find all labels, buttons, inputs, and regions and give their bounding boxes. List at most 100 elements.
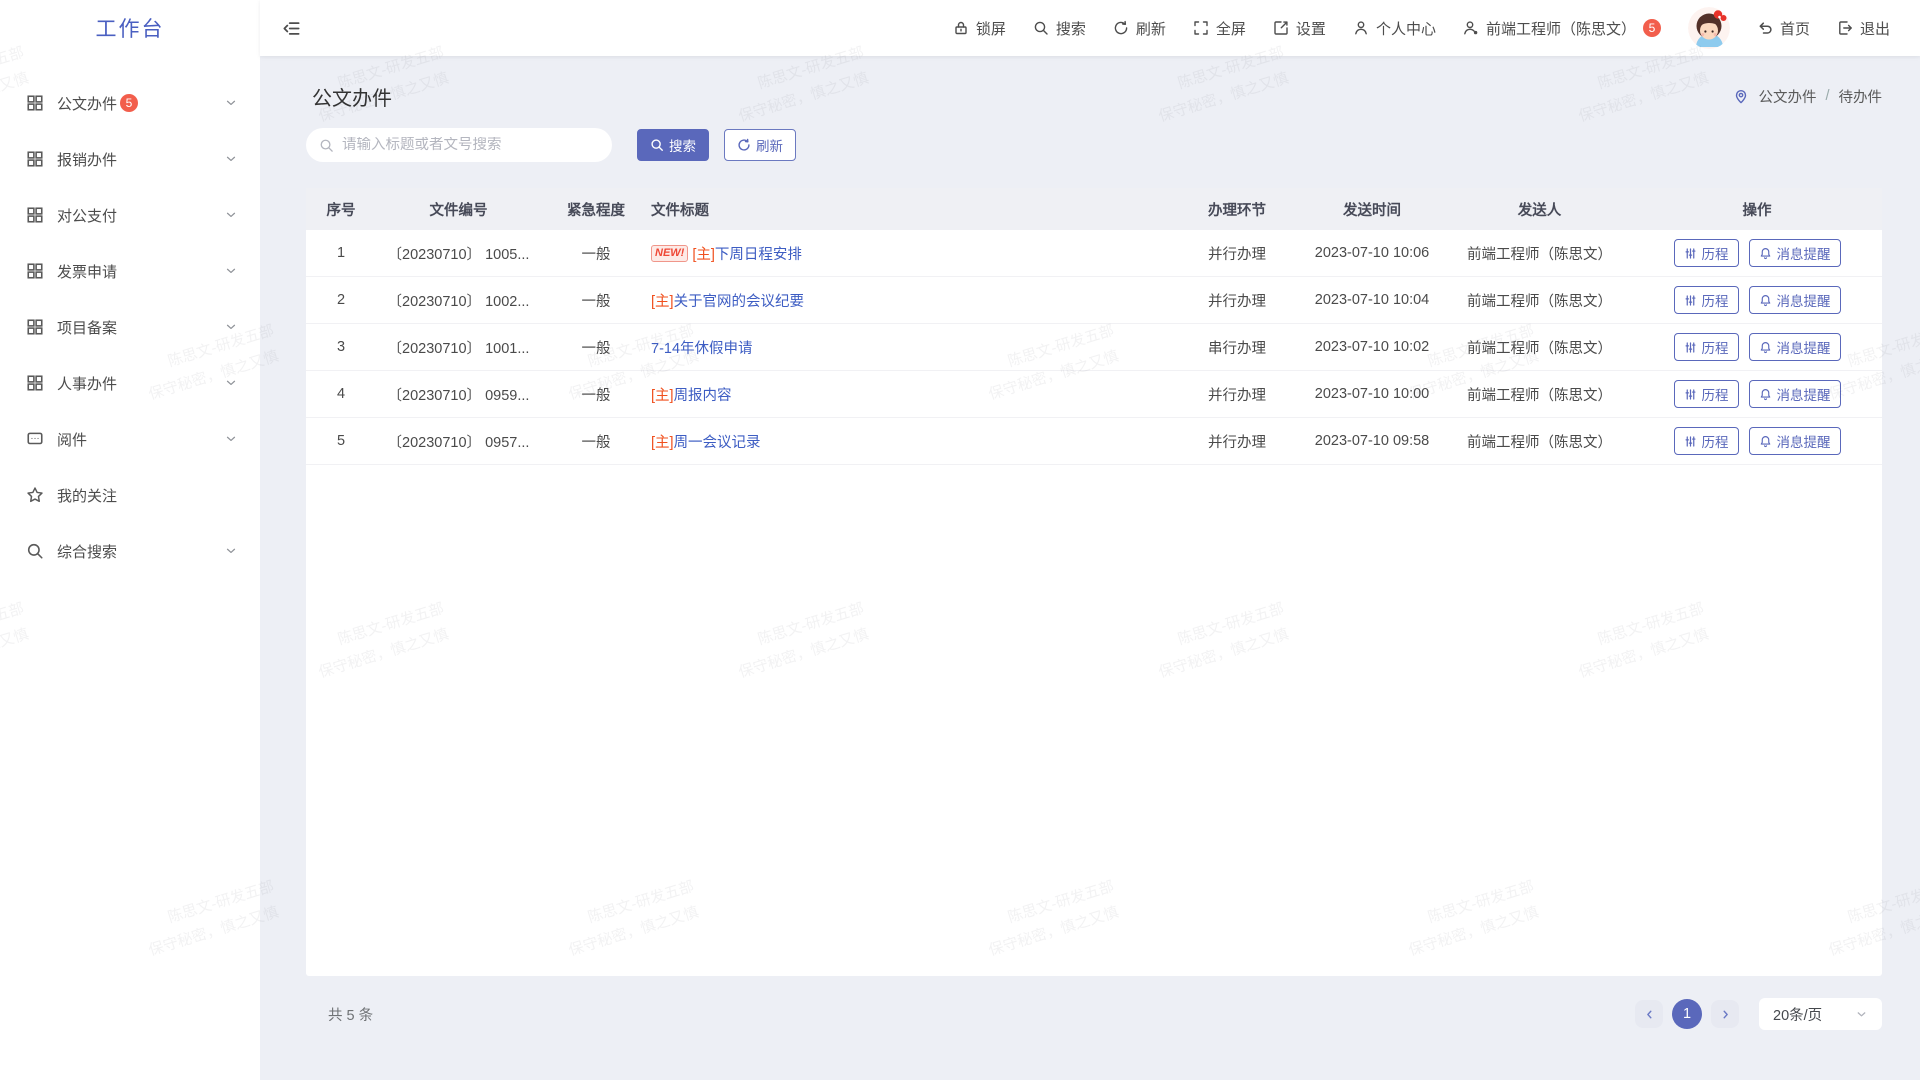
sidebar-item-label: 阅件 [57,429,87,450]
table-row: 4 〔20230710〕 0959... 一般 [主] 周报内容 并行办理 20… [306,371,1882,418]
bell-icon [1759,388,1772,401]
map-pin-icon [1733,88,1749,104]
sidebar-item-global-search[interactable]: 综合搜索 [0,523,260,579]
edit-square-icon [1273,20,1289,36]
fullscreen-button[interactable]: 全屏 [1193,18,1246,39]
refresh-button[interactable]: 刷新 [724,129,796,161]
document-link[interactable]: 下周日程安排 [715,243,802,264]
sidebar-item-label: 我的关注 [57,485,117,506]
sidebar-item-label: 发票申请 [57,261,117,282]
document-link[interactable]: 周一会议记录 [674,431,761,452]
sliders-icon [1684,341,1697,354]
history-button[interactable]: 历程 [1674,239,1739,267]
column-header: 序号 [306,199,376,220]
person-badge-icon [1463,20,1479,36]
chevron-down-icon [224,264,238,278]
sidebar-item-official-docs[interactable]: 公文办件 5 [0,75,260,131]
logout-icon [1837,20,1853,36]
chevron-down-icon [224,320,238,334]
header-actions: 锁屏 搜索 刷新 全屏 设置 个人中心 前端工程师（陈思文） 5 [953,7,1890,49]
chevron-down-icon [224,152,238,166]
main-content: 公文办件 公文办件 / 待办件 搜索 刷新 序号 文件编号 紧急程度 文件标题 … [260,0,1920,1080]
grid-icon [26,262,44,280]
notify-button[interactable]: 消息提醒 [1749,427,1841,455]
sidebar-item-label: 综合搜索 [57,541,117,562]
home-button[interactable]: 首页 [1757,18,1810,39]
notify-button[interactable]: 消息提醒 [1749,239,1841,267]
document-link[interactable]: 周报内容 [674,384,732,405]
grid-icon [26,318,44,336]
header-refresh-button[interactable]: 刷新 [1113,18,1166,39]
pagination: 共 5 条 1 20条/页 [306,976,1882,1040]
sidebar-item-invoice-request[interactable]: 发票申请 [0,243,260,299]
sidebar-item-reimbursement[interactable]: 报销办件 [0,131,260,187]
grid-icon [26,206,44,224]
history-button[interactable]: 历程 [1674,380,1739,408]
new-badge: NEW! [651,245,688,262]
document-table: 序号 文件编号 紧急程度 文件标题 办理环节 发送时间 发送人 操作 1 〔20… [306,188,1882,976]
logout-button[interactable]: 退出 [1837,18,1890,39]
table-row: 1 〔20230710〕 1005... 一般 NEW! [主] 下周日程安排 … [306,230,1882,277]
table-row: 2 〔20230710〕 1002... 一般 [主] 关于官网的会议纪要 并行… [306,277,1882,324]
refresh-icon [737,138,751,152]
sidebar-item-project-filing[interactable]: 项目备案 [0,299,260,355]
sidebar-item-hr[interactable]: 人事办件 [0,355,260,411]
sliders-icon [1684,388,1697,401]
search-button[interactable]: 搜索 [637,129,709,161]
breadcrumb-root[interactable]: 公文办件 [1758,86,1816,107]
history-button[interactable]: 历程 [1674,333,1739,361]
sidebar-item-corporate-payment[interactable]: 对公支付 [0,187,260,243]
document-link[interactable]: 关于官网的会议纪要 [674,290,805,311]
main-doc-tag: [主] [692,243,715,264]
history-button[interactable]: 历程 [1674,427,1739,455]
chevron-down-icon [224,376,238,390]
main-doc-tag: [主] [651,384,674,405]
user-menu[interactable]: 前端工程师（陈思文） 5 [1463,18,1661,39]
sliders-icon [1684,247,1697,260]
page-number[interactable]: 1 [1672,999,1702,1029]
history-button[interactable]: 历程 [1674,286,1739,314]
chevron-down-icon [1855,1008,1868,1021]
person-icon [1353,20,1369,36]
breadcrumb: 公文办件 / 待办件 [1733,86,1882,107]
chevron-down-icon [224,96,238,110]
prev-page-button[interactable] [1635,1000,1663,1028]
sidebar-item-reading[interactable]: 阅件 [0,411,260,467]
avatar[interactable] [1688,7,1730,49]
settings-button[interactable]: 设置 [1273,18,1326,39]
fullscreen-icon [1193,20,1209,36]
bell-icon [1759,294,1772,307]
profile-center-button[interactable]: 个人中心 [1353,18,1436,39]
next-page-button[interactable] [1711,1000,1739,1028]
chevron-down-icon [224,432,238,446]
total-count: 共 5 条 [328,1004,373,1025]
refresh-icon [1113,20,1129,36]
search-icon [319,138,334,153]
header-search-button[interactable]: 搜索 [1033,18,1086,39]
notify-button[interactable]: 消息提醒 [1749,380,1841,408]
sidebar-item-favorites[interactable]: 我的关注 [0,467,260,523]
notify-button[interactable]: 消息提醒 [1749,286,1841,314]
document-link[interactable]: 7-14年休假申请 [651,337,753,358]
page-size-select[interactable]: 20条/页 [1759,998,1882,1030]
chevron-down-icon [224,208,238,222]
top-bar: 锁屏 搜索 刷新 全屏 设置 个人中心 前端工程师（陈思文） 5 [260,0,1920,56]
sliders-icon [1684,294,1697,307]
app-title: 工作台 [0,0,260,56]
sidebar-item-label: 人事办件 [57,373,117,394]
table-row: 3 〔20230710〕 1001... 一般 7-14年休假申请 串行办理 2… [306,324,1882,371]
sidebar-item-label: 报销办件 [57,149,117,170]
page-title: 公文办件 [312,82,392,111]
sidebar-nav: 公文办件 5 报销办件 对公支付 发票申请 项目备案 人事办件 [0,56,260,579]
search-icon [1033,20,1049,36]
notify-button[interactable]: 消息提醒 [1749,333,1841,361]
breadcrumb-current: 待办件 [1839,86,1883,107]
sliders-icon [1684,435,1697,448]
lock-screen-button[interactable]: 锁屏 [953,18,1006,39]
sidebar-item-label: 对公支付 [57,205,117,226]
comment-icon [26,430,44,448]
menu-fold-icon[interactable] [282,19,301,38]
column-header: 发送人 [1447,199,1632,220]
grid-icon [26,374,44,392]
search-input[interactable] [342,137,599,153]
